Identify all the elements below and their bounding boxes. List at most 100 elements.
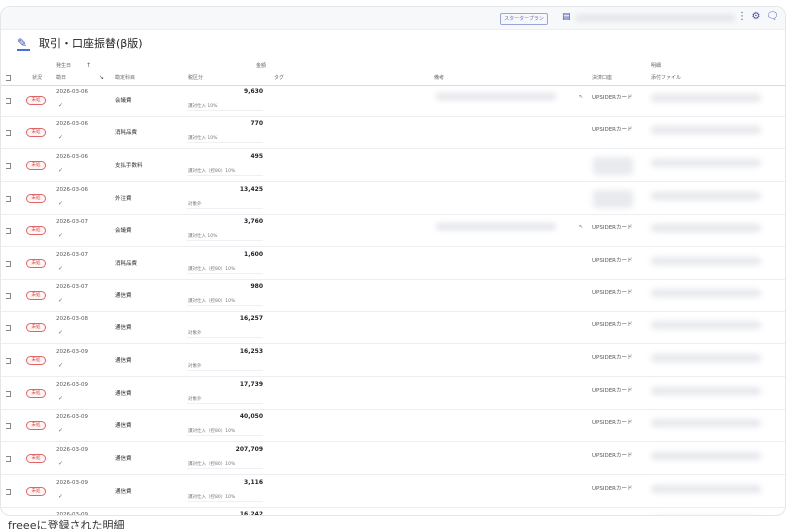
row-account[interactable]: 通信費 xyxy=(115,324,132,332)
row-tax[interactable]: 課対仕入（控80）10% xyxy=(188,266,235,273)
status-badge: 未処 xyxy=(26,96,46,105)
row-tax[interactable]: 対象外 xyxy=(188,363,202,370)
row-amount: 3,116 xyxy=(244,479,263,486)
row-checkbox[interactable] xyxy=(6,293,11,299)
redacted-attachment xyxy=(651,94,761,102)
row-amount: 40,050 xyxy=(239,413,263,420)
table-row[interactable]: 未処 2026-03-06 ✓ 外注費 13,425 対象外 xyxy=(1,184,785,215)
menu-icon[interactable]: ⋮ xyxy=(736,11,748,23)
row-amount: 9,630 xyxy=(244,88,263,95)
row-checkbox[interactable] xyxy=(6,456,11,462)
row-tax[interactable]: 課対仕入 10% xyxy=(188,135,217,142)
check-icon: ✓ xyxy=(58,265,64,272)
row-account[interactable]: 消耗品費 xyxy=(115,129,137,137)
row-amount: 980 xyxy=(250,283,263,290)
header-status: 状況 xyxy=(32,75,43,81)
row-checkbox[interactable] xyxy=(6,163,11,169)
table-row[interactable]: 未処 2026-03-07 ✓ 会議費 3,760 課対仕入 10% ↖ UPSIDERカード xyxy=(1,216,785,247)
row-payment: UPSIDERカード xyxy=(592,322,633,328)
table-row[interactable]: 未処 2026-03-09 ✓ 通信費 207,709 課対仕入（控80）10% UPSID… xyxy=(1,444,785,475)
chat-icon[interactable]: 🗨 xyxy=(766,11,779,23)
row-account[interactable]: 通信費 xyxy=(115,390,132,398)
header-date[interactable]: 勘日 xyxy=(56,71,66,85)
status-badge: 未処 xyxy=(26,291,46,300)
row-account[interactable]: 外注費 xyxy=(115,195,132,203)
row-account[interactable]: 通信費 xyxy=(115,488,132,496)
row-account[interactable]: 通信費 xyxy=(115,455,132,463)
row-checkbox[interactable] xyxy=(6,325,11,331)
row-tax[interactable]: 課対仕入（控80）10% xyxy=(188,298,235,305)
table-row[interactable]: 未処 2026-03-07 ✓ 消耗品費 1,600 課対仕入（控80）10% UPSIDE… xyxy=(1,249,785,280)
redacted-attachment xyxy=(651,452,761,460)
redacted-memo xyxy=(436,223,556,230)
table-row[interactable]: 未処 2026-03-09 ✓ 通信費 17,739 対象外 UPSIDERカード xyxy=(1,379,785,410)
row-checkbox[interactable] xyxy=(6,228,11,234)
table-row[interactable]: 未処 2026-03-09 ✓ 通信費 40,050 課対仕入（控80）10% UPSIDE… xyxy=(1,411,785,442)
table-row[interactable]: 未処 2026-03-06 ✓ 支払手数料 495 課対仕入（控80）10% xyxy=(1,151,785,182)
row-tax[interactable]: 課対仕入 10% xyxy=(188,233,217,240)
row-account[interactable]: 消耗品費 xyxy=(115,260,137,268)
calendar-icon[interactable]: ▤ xyxy=(562,12,571,22)
tax-field-underline xyxy=(187,305,263,306)
row-date: 2026-03-06 xyxy=(56,187,88,193)
table-row[interactable]: 未処 2026-03-07 ✓ 通信費 980 課対仕入（控80）10% UPSIDERカー… xyxy=(1,281,785,312)
row-date: 2026-03-09 xyxy=(56,382,88,388)
row-checkbox[interactable] xyxy=(6,358,11,364)
status-badge: 未処 xyxy=(26,128,46,137)
tax-field-underline xyxy=(187,370,263,371)
row-tax[interactable]: 課対仕入（控80）10% xyxy=(188,461,235,468)
row-tax[interactable]: 課対仕入（控80）10% xyxy=(188,494,235,501)
header-amount: 金額 xyxy=(256,63,267,69)
row-account[interactable]: 支払手数料 xyxy=(115,162,143,170)
row-checkbox[interactable] xyxy=(6,196,11,202)
row-checkbox[interactable] xyxy=(6,98,11,104)
sort-arrow-icon[interactable]: ↑ xyxy=(86,61,91,71)
tax-field-underline xyxy=(187,468,263,469)
row-checkbox[interactable] xyxy=(6,391,11,397)
table-row[interactable]: 未処 2026-03-08 ✓ 通信費 16,257 対象外 UPSIDERカード xyxy=(1,313,785,344)
plan-button[interactable]: スタータープラン xyxy=(500,13,548,25)
row-account[interactable]: 通信費 xyxy=(115,292,132,300)
row-tax[interactable]: 課対仕入（控80）10% xyxy=(188,428,235,435)
row-payment: UPSIDERカード xyxy=(592,258,633,264)
top-bar: スタータープラン ▤ ⋮ ⚙ 🗨 xyxy=(1,7,785,30)
gear-icon[interactable]: ⚙ xyxy=(750,11,762,23)
table-row[interactable]: 未処 2026-03-09 ✓ 通信費 3,116 課対仕入（控80）10% UPSIDER… xyxy=(1,477,785,508)
pencil-icon: ✎ xyxy=(17,36,31,51)
row-checkbox[interactable] xyxy=(6,130,11,136)
row-account[interactable]: 会議費 xyxy=(115,97,132,105)
header-occurred[interactable]: 発生日 xyxy=(56,61,71,71)
header-attachment: 添付ファイル xyxy=(651,75,682,81)
row-checkbox[interactable] xyxy=(6,423,11,429)
section-heading-cut: freeeに登録された明細 xyxy=(8,519,125,529)
status-badge: 未処 xyxy=(26,487,46,496)
row-date: 2026-03-09 xyxy=(56,447,88,453)
table-row[interactable]: 未処 2026-03-06 ✓ 会議費 9,630 課対仕入 10% ↖ UPSIDERカード xyxy=(1,86,785,117)
check-icon: ✓ xyxy=(58,232,64,239)
row-tax[interactable]: 対象外 xyxy=(188,396,202,403)
row-tax[interactable]: 対象外 xyxy=(188,201,202,208)
row-checkbox[interactable] xyxy=(6,489,11,495)
select-all-checkbox[interactable] xyxy=(6,75,11,81)
row-account[interactable]: 通信費 xyxy=(115,422,132,430)
status-badge: 未処 xyxy=(26,356,46,365)
table-row[interactable]: 未処2026-03-09✓通信費16,242対象外UPSIDERカード xyxy=(1,509,785,515)
row-account[interactable]: 会議費 xyxy=(115,227,132,235)
row-date: 2026-03-09 xyxy=(56,480,88,486)
tax-field-underline xyxy=(187,240,263,241)
row-date: 2026-03-06 xyxy=(56,89,88,95)
table-row[interactable]: 未処 2026-03-06 ✓ 消耗品費 770 課対仕入 10% UPSIDERカード xyxy=(1,118,785,149)
row-checkbox[interactable] xyxy=(6,261,11,267)
row-date: 2026-03-06 xyxy=(56,121,88,127)
status-badge: 未処 xyxy=(26,161,46,170)
row-date: 2026-03-09 xyxy=(56,414,88,420)
row-tax[interactable]: 課対仕入（控80）10% xyxy=(188,168,235,175)
row-tax[interactable]: 課対仕入 10% xyxy=(188,103,217,110)
row-account[interactable]: 通信費 xyxy=(115,357,132,365)
redacted-payment xyxy=(593,190,633,208)
row-tax[interactable]: 対象外 xyxy=(188,330,202,337)
sort-toggle-icon[interactable]: ↘ xyxy=(99,71,104,85)
row-payment: UPSIDERカード xyxy=(592,355,633,361)
table-row[interactable]: 未処 2026-03-09 ✓ 通信費 16,253 対象外 UPSIDERカード xyxy=(1,346,785,377)
header-tag: タグ xyxy=(274,75,285,81)
